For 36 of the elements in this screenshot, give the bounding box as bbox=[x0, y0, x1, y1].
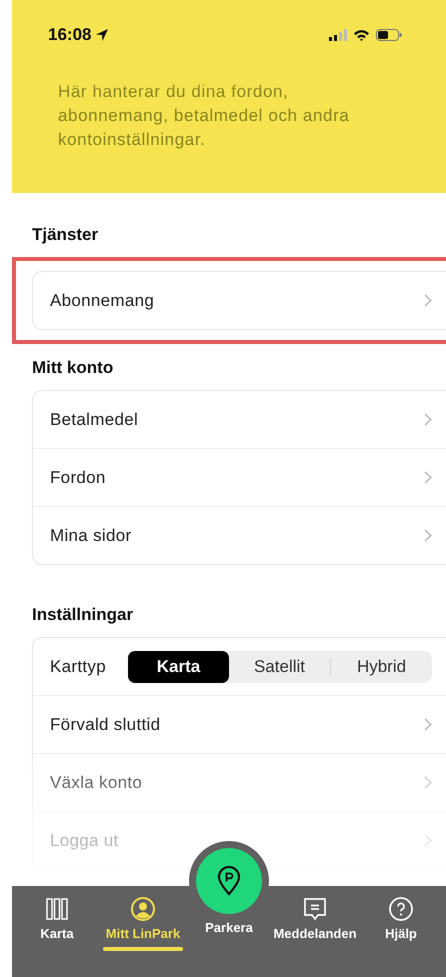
segment-option[interactable]: Karta bbox=[128, 650, 229, 682]
signal-icon bbox=[329, 29, 347, 41]
segment-option[interactable]: Hybrid bbox=[331, 650, 432, 682]
chevron-right-icon bbox=[424, 776, 432, 789]
park-button[interactable] bbox=[196, 848, 262, 914]
message-icon bbox=[302, 896, 328, 922]
section-title: Mitt konto bbox=[32, 358, 114, 378]
settings-row[interactable]: Växla konto bbox=[33, 753, 446, 811]
chevron-right-icon bbox=[424, 413, 432, 426]
chevron-right-icon bbox=[424, 718, 432, 731]
settings-row[interactable]: Abonnemang bbox=[33, 272, 446, 329]
chevron-right-icon bbox=[424, 529, 432, 542]
settings-row[interactable]: Förvald sluttid bbox=[33, 695, 446, 753]
chevron-right-icon bbox=[424, 834, 432, 847]
section-title: Tjänster bbox=[32, 225, 100, 245]
tab-bar-item[interactable]: Hjälp bbox=[360, 886, 442, 977]
location-arrow-icon bbox=[95, 28, 110, 42]
segment-option[interactable]: Satellit bbox=[228, 650, 330, 682]
battery-icon bbox=[376, 29, 402, 41]
section-title: Inställningar bbox=[32, 605, 134, 625]
header-description: Här hanterar du dina fordon, abonnemang, betalmedel och andra kontoinställningar. bbox=[58, 81, 350, 151]
settings-row[interactable]: Betalmedel bbox=[33, 391, 446, 448]
parking-pin-icon bbox=[216, 866, 242, 896]
wifi-icon bbox=[353, 29, 370, 41]
chevron-right-icon bbox=[424, 471, 432, 484]
tab-bar-item[interactable]: Meddelanden bbox=[274, 886, 356, 977]
help-icon bbox=[388, 896, 414, 922]
tab-bar-item[interactable]: Karta bbox=[16, 886, 98, 977]
settings-row[interactable]: Fordon bbox=[33, 448, 446, 506]
chevron-right-icon bbox=[424, 294, 432, 307]
status-time: 16:08 bbox=[48, 25, 92, 45]
settings-row[interactable]: Mina sidor bbox=[33, 506, 446, 564]
map-icon bbox=[44, 896, 70, 922]
account-icon bbox=[130, 896, 156, 922]
row-label: Karttyp bbox=[50, 656, 106, 676]
tab-bar-item[interactable]: Mitt LinPark bbox=[102, 886, 184, 977]
